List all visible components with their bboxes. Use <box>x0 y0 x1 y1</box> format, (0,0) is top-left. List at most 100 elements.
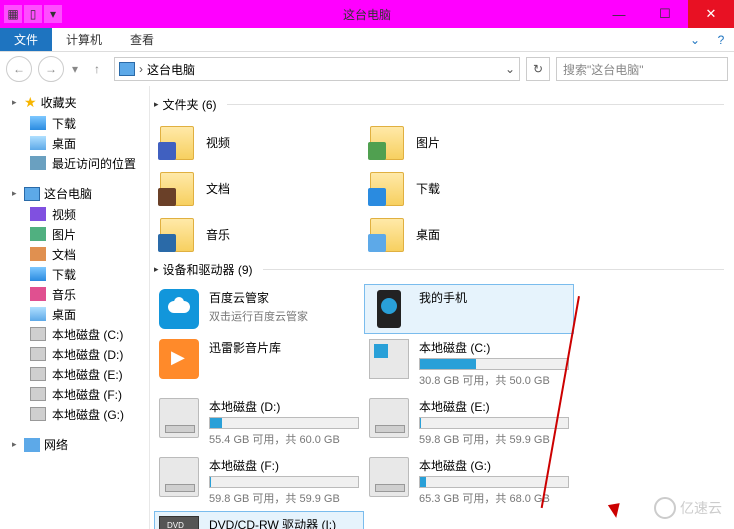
sidebar-item-desktop[interactable]: 桌面 <box>0 304 149 324</box>
usage-bar <box>209 417 359 429</box>
collapse-icon: ▸ <box>154 99 159 110</box>
desktop-icon <box>368 234 386 252</box>
sidebar-item-music[interactable]: 音乐 <box>0 284 149 304</box>
sidebar-label: 收藏夹 <box>41 94 77 111</box>
sidebar-item-drive-d[interactable]: 本地磁盘 (D:) <box>0 344 149 364</box>
drive-icon <box>369 398 409 438</box>
drive-icon <box>159 398 199 438</box>
desktop-icon <box>30 136 46 150</box>
sidebar-item-recent[interactable]: 最近访问的位置 <box>0 153 149 173</box>
address-bar[interactable]: › 这台电脑 ⌄ <box>114 57 520 81</box>
device-item[interactable]: 本地磁盘 (E:)59.8 GB 可用，共 59.9 GB <box>364 393 574 452</box>
up-button[interactable]: ↑ <box>86 58 108 80</box>
collapse-icon: ▸ <box>12 188 20 199</box>
drive-icon <box>30 347 46 361</box>
video-icon <box>158 142 176 160</box>
drive-icon <box>369 457 409 497</box>
window-title: 这台电脑 <box>343 6 391 23</box>
folder-desktop[interactable]: 桌面 <box>364 211 574 257</box>
desktop-icon <box>30 307 46 321</box>
dvd-icon <box>159 516 199 529</box>
maximize-button[interactable]: ☐ <box>642 0 688 28</box>
drive-icon <box>30 387 46 401</box>
drive-icon <box>30 407 46 421</box>
device-item[interactable]: 我的手机 <box>364 284 574 334</box>
sidebar-group-thispc[interactable]: ▸ 这台电脑 <box>0 183 149 204</box>
expand-ribbon-icon[interactable]: ⌄ <box>682 28 708 51</box>
qat-icon[interactable]: ▦ <box>4 5 22 23</box>
device-item[interactable]: DVD/CD-RW 驱动器 (I:) <box>154 511 364 529</box>
sidebar-item-downloads[interactable]: 下载 <box>0 264 149 284</box>
sidebar-group-network[interactable]: ▸ 网络 <box>0 434 149 455</box>
collapse-icon: ▸ <box>12 439 20 450</box>
tab-computer[interactable]: 计算机 <box>52 28 116 51</box>
section-header-folders[interactable]: ▸ 文件夹 (6) <box>154 96 724 113</box>
sidebar-label: 网络 <box>44 436 68 453</box>
sidebar-item-videos[interactable]: 视频 <box>0 204 149 224</box>
folder-music[interactable]: 音乐 <box>154 211 364 257</box>
annotation-arrow-head <box>608 503 622 519</box>
titlebar: ▦ ▯ ▾ 这台电脑 — ☐ ✕ <box>0 0 734 28</box>
sidebar-group-favorites[interactable]: ▸ ★ 收藏夹 <box>0 92 149 113</box>
phone-icon <box>377 290 401 328</box>
device-item[interactable]: 本地磁盘 (D:)55.4 GB 可用，共 60.0 GB <box>154 393 364 452</box>
device-item[interactable]: 本地磁盘 (F:)59.8 GB 可用，共 59.9 GB <box>154 452 364 511</box>
folder-documents[interactable]: 文档 <box>154 165 364 211</box>
watermark: 亿速云 <box>654 497 722 519</box>
picture-icon <box>368 142 386 160</box>
navigation-bar: ← → ▾ ↑ › 这台电脑 ⌄ ↻ 搜索"这台电脑" <box>0 52 734 86</box>
back-button[interactable]: ← <box>6 56 32 82</box>
tab-view[interactable]: 查看 <box>116 28 168 51</box>
sidebar-label: 这台电脑 <box>44 185 92 202</box>
document-icon <box>30 247 46 261</box>
content-pane: ▸ 文件夹 (6) 视频 图片 文档 下载 音乐 桌面 ▸ 设备和驱动器 (9)… <box>150 86 734 529</box>
sidebar-item-drive-c[interactable]: 本地磁盘 (C:) <box>0 324 149 344</box>
ribbon-tabs: 文件 计算机 查看 ⌄ ? <box>0 28 734 52</box>
refresh-button[interactable]: ↻ <box>526 57 550 81</box>
forward-button[interactable]: → <box>38 56 64 82</box>
sidebar-item-desktop[interactable]: 桌面 <box>0 133 149 153</box>
navigation-tree: ▸ ★ 收藏夹 下载 桌面 最近访问的位置 ▸ 这台电脑 视频 图片 文档 下载… <box>0 86 150 529</box>
search-input[interactable]: 搜索"这台电脑" <box>556 57 728 81</box>
video-icon <box>30 207 46 221</box>
usage-bar <box>209 476 359 488</box>
folder-videos[interactable]: 视频 <box>154 119 364 165</box>
download-icon <box>30 267 46 281</box>
collapse-icon: ▸ <box>154 264 159 275</box>
history-dropdown-icon[interactable]: ▾ <box>70 62 80 76</box>
section-title: 设备和驱动器 (9) <box>163 261 253 278</box>
close-button[interactable]: ✕ <box>688 0 734 28</box>
sidebar-item-downloads[interactable]: 下载 <box>0 113 149 133</box>
chevron-down-icon[interactable]: ⌄ <box>505 62 515 76</box>
sidebar-item-drive-g[interactable]: 本地磁盘 (G:) <box>0 404 149 424</box>
document-icon <box>158 188 176 206</box>
download-icon <box>368 188 386 206</box>
minimize-button[interactable]: — <box>596 0 642 28</box>
section-header-devices[interactable]: ▸ 设备和驱动器 (9) <box>154 261 724 278</box>
sidebar-item-drive-e[interactable]: 本地磁盘 (E:) <box>0 364 149 384</box>
device-item[interactable]: 本地磁盘 (C:)30.8 GB 可用，共 50.0 GB <box>364 334 574 393</box>
sidebar-item-pictures[interactable]: 图片 <box>0 224 149 244</box>
qat-icon[interactable]: ▯ <box>24 5 42 23</box>
chevron-right-icon: › <box>139 62 143 76</box>
qat-icon[interactable]: ▾ <box>44 5 62 23</box>
music-icon <box>30 287 46 301</box>
drive-icon <box>159 457 199 497</box>
section-title: 文件夹 (6) <box>163 96 217 113</box>
usage-bar <box>419 417 569 429</box>
sidebar-item-drive-f[interactable]: 本地磁盘 (F:) <box>0 384 149 404</box>
network-icon <box>24 438 40 452</box>
star-icon: ★ <box>24 94 37 111</box>
folder-downloads[interactable]: 下载 <box>364 165 574 211</box>
device-item[interactable]: 迅雷影音片库 <box>154 334 364 393</box>
xunlei-icon <box>159 339 199 379</box>
computer-icon <box>24 187 40 201</box>
folder-pictures[interactable]: 图片 <box>364 119 574 165</box>
collapse-icon: ▸ <box>12 97 20 108</box>
picture-icon <box>30 227 46 241</box>
help-icon[interactable]: ? <box>708 28 734 51</box>
sidebar-item-documents[interactable]: 文档 <box>0 244 149 264</box>
file-tab[interactable]: 文件 <box>0 28 52 51</box>
device-item[interactable]: 百度云管家双击运行百度云管家 <box>154 284 364 334</box>
search-placeholder: 搜索"这台电脑" <box>563 61 644 78</box>
